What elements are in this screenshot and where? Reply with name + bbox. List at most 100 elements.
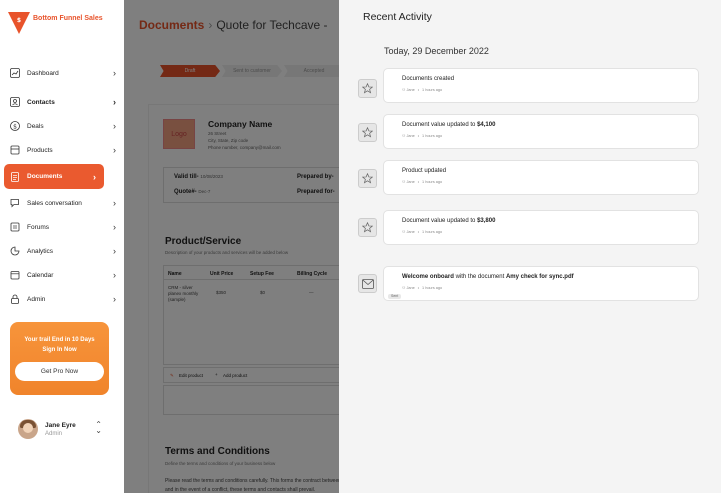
sidebar-item-sales-conversation[interactable]: Sales conversation › — [4, 191, 124, 215]
sidebar-nav: Dashboard › Contacts › $ Deals › Product… — [4, 61, 124, 311]
chevron-right-icon: › — [113, 97, 116, 107]
activity-text: Document value updated to — [402, 122, 478, 128]
chart-line-icon — [10, 68, 20, 78]
star-icon[interactable] — [358, 79, 377, 98]
star-icon[interactable] — [358, 218, 377, 237]
activity-user: Jane — [406, 230, 415, 234]
recent-activity-panel: Recent Activity Today, 29 December 2022 … — [339, 0, 721, 493]
sidebar-item-label: Analytics — [27, 247, 54, 255]
activity-card[interactable]: Product updated ⚇ Jane • 1 hours ago — [383, 160, 699, 195]
chevron-right-icon: › — [113, 246, 116, 256]
trial-text: Your trail End in 10 Days Sign In Now — [10, 335, 109, 355]
user-profile[interactable]: Jane Eyre Admin ⌃ ⌄ — [18, 418, 102, 440]
sidebar-item-label: Dashboard — [27, 69, 59, 77]
chevron-right-icon: › — [113, 121, 116, 131]
activity-title: Documents created — [402, 76, 454, 82]
activity-card[interactable]: Document value updated to $3,800 ⚇ Jane •… — [383, 210, 699, 245]
sidebar-item-documents[interactable]: Documents › — [4, 164, 104, 189]
user-name: Jane Eyre — [45, 421, 76, 429]
user-icon: ⚇ — [402, 230, 406, 234]
mail-icon[interactable] — [358, 274, 377, 293]
activity-meta: ⚇ Jane • 1 hours ago — [402, 180, 443, 184]
trial-banner: Your trail End in 10 Days Sign In Now Ge… — [10, 322, 109, 395]
activity-user: Jane — [406, 88, 415, 92]
activity-time: 1 hours ago — [422, 230, 443, 234]
sidebar-item-contacts[interactable]: Contacts › — [4, 90, 124, 114]
star-icon[interactable] — [358, 123, 377, 142]
chevron-right-icon: › — [113, 270, 116, 280]
contacts-icon — [10, 97, 20, 107]
sidebar-item-label: Calendar — [27, 271, 54, 279]
sidebar-item-calendar[interactable]: Calendar › — [4, 263, 124, 287]
sidebar-item-analytics[interactable]: Analytics › — [4, 239, 124, 263]
avatar — [18, 419, 38, 439]
chat-icon — [10, 198, 20, 208]
user-icon: ⚇ — [402, 286, 406, 290]
activity-time: 1 hours ago — [422, 134, 443, 138]
activity-meta: ⚇ Jane • 1 hours ago — [402, 230, 443, 234]
activity-title: Document value updated to $3,800 — [402, 218, 495, 224]
activity-amount: $4,100 — [477, 122, 496, 128]
attachment-name[interactable]: Amy check for sync.pdf — [506, 274, 574, 280]
sidebar-item-label: Admin — [27, 295, 46, 303]
sidebar-item-forums[interactable]: Forums › — [4, 215, 124, 239]
chevron-right-icon: › — [113, 222, 116, 232]
sidebar-item-deals[interactable]: $ Deals › — [4, 114, 124, 138]
sidebar-item-label: Products — [27, 146, 53, 154]
user-icon: ⚇ — [402, 180, 406, 184]
activity-user: Jane — [406, 134, 415, 138]
trial-line-1: Your trail End in 10 Days — [24, 337, 95, 343]
brand-name: Bottom Funnel Sales — [33, 15, 103, 22]
svg-text:$: $ — [17, 17, 21, 24]
activity-time: 1 hours ago — [422, 286, 443, 290]
status-badge: Sent — [388, 294, 402, 299]
sidebar-item-label: Forums — [27, 223, 50, 231]
chevron-up-down-icon[interactable]: ⌃ ⌄ — [95, 421, 102, 435]
activity-meta: ⚇ Jane • 1 hours ago — [402, 286, 443, 290]
sidebar: $ Bottom Funnel Sales Dashboard › Contac… — [0, 0, 124, 493]
star-icon[interactable] — [358, 169, 377, 188]
user-role: Admin — [45, 430, 63, 437]
activity-meta: ⚇ Jane • 1 hours ago — [402, 88, 443, 92]
email-subject: Welcome onboard — [402, 274, 454, 280]
activity-card[interactable]: Welcome onboard with the document Amy ch… — [383, 266, 699, 301]
modal-backdrop[interactable] — [124, 0, 339, 493]
chevron-right-icon: › — [113, 294, 116, 304]
svg-text:$: $ — [13, 123, 17, 130]
sidebar-item-products[interactable]: Products › — [4, 138, 124, 162]
analytics-icon — [10, 246, 20, 256]
user-icon: ⚇ — [402, 134, 406, 138]
forum-icon — [10, 222, 20, 232]
activity-title: Product updated — [402, 168, 446, 174]
activity-card[interactable]: Documents created ⚇ Jane • 1 hours ago — [383, 68, 699, 103]
activity-text: Document value updated to — [402, 218, 478, 224]
sidebar-item-dashboard[interactable]: Dashboard › — [4, 61, 124, 85]
box-icon — [10, 145, 20, 155]
activity-title: Welcome onboard with the document Amy ch… — [402, 274, 574, 280]
brand-logo-icon: $ — [8, 10, 30, 34]
brand[interactable]: $ Bottom Funnel Sales — [8, 10, 103, 34]
sidebar-item-label: Contacts — [27, 98, 55, 106]
activity-user: Jane — [406, 180, 415, 184]
activity-card[interactable]: Document value updated to $4,100 ⚇ Jane •… — [383, 114, 699, 149]
activity-time: 1 hours ago — [422, 180, 443, 184]
chevron-right-icon: › — [113, 145, 116, 155]
user-icon: ⚇ — [402, 88, 406, 92]
lock-icon — [10, 294, 20, 304]
activity-date: Today, 29 December 2022 — [384, 46, 489, 56]
trial-line-2: Sign In Now — [42, 347, 77, 353]
activity-title: Document value updated to $4,100 — [402, 122, 495, 128]
chevron-right-icon: › — [93, 171, 96, 182]
get-pro-button[interactable]: Get Pro Now — [15, 362, 104, 381]
activity-text: Documents created — [402, 76, 455, 82]
sidebar-item-label: Documents — [27, 173, 63, 180]
panel-title: Recent Activity — [363, 11, 432, 23]
activity-time: 1 hours ago — [422, 88, 443, 92]
activity-amount: $3,800 — [477, 218, 496, 224]
dollar-icon: $ — [10, 121, 20, 131]
activity-text: Product updated — [402, 168, 447, 174]
sidebar-item-admin[interactable]: Admin › — [4, 287, 124, 311]
chevron-right-icon: › — [113, 198, 116, 208]
sidebar-item-label: Sales conversation — [27, 199, 82, 207]
chevron-right-icon: › — [113, 68, 116, 78]
